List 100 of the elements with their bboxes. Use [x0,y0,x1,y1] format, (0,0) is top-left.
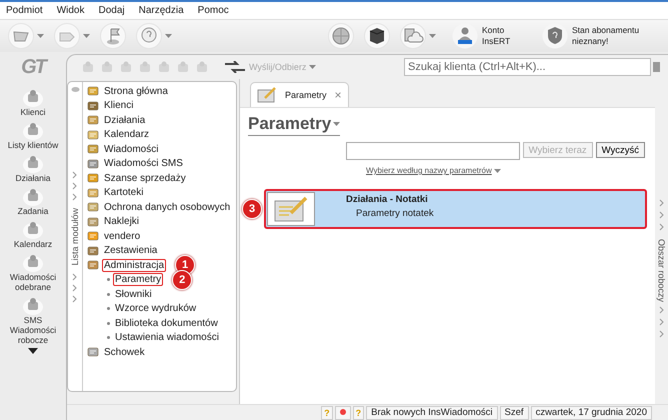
module-icon [87,100,99,112]
module-item[interactable]: Schowek [102,346,147,359]
module-icon [87,128,99,141]
caret-icon [37,34,44,38]
toolbar-icon[interactable] [81,60,95,74]
module-item[interactable]: Administracja [102,258,166,272]
nav-item[interactable]: Kalendarz [14,239,52,249]
toolbar-icon[interactable] [195,60,209,74]
menu-item[interactable]: Podmiot [6,5,43,16]
callout-badge: 2 [172,270,192,290]
caret-icon [333,122,340,126]
note-icon [273,195,309,223]
toolbar-icon[interactable] [138,60,152,74]
globe-button[interactable] [328,23,354,49]
nav-icon[interactable] [22,153,44,173]
module-icon [87,259,99,272]
filter-link[interactable]: Wybierz według nazwy parametrów [366,166,501,175]
nav-icon[interactable] [22,219,44,239]
note-icon [257,87,277,103]
nav-icon[interactable] [22,252,44,272]
box-button[interactable] [364,23,390,49]
module-icon [87,172,99,184]
nav-icon[interactable] [22,186,44,206]
menu-item[interactable]: Pomoc [198,5,229,16]
module-icon [87,158,99,170]
nav-icon[interactable] [22,120,44,140]
panel-title: Obszar roboczy [656,239,666,302]
status-user: Szef [500,406,529,420]
status-dot-icon [340,408,346,414]
page-heading[interactable]: Parametry [248,114,340,136]
toolbar-icon[interactable] [100,60,114,74]
forward-button[interactable] [54,23,90,49]
caret-icon [429,34,436,38]
module-icon [87,346,99,358]
result-card[interactable]: Działania - Notatki Parametry notatek [264,189,647,229]
module-item[interactable]: Wzorce wydruków [113,302,198,316]
module-item[interactable]: Zestawienia [102,244,160,258]
subscription-status: Stan abonamentu nieznany! [572,25,640,47]
nav-item[interactable]: SMS Wiadomości robocze [1,315,65,345]
bullet-icon [107,278,110,282]
module-item[interactable]: Biblioteka dokumentów [113,316,220,330]
module-icon [87,201,99,214]
scroll-down-icon[interactable] [28,348,38,354]
module-item[interactable]: Wiadomości SMS [102,157,185,170]
nav-icon[interactable] [22,87,44,107]
module-item[interactable]: Kalendarz [102,128,152,142]
search-field[interactable]: Szukaj klienta (Ctrl+Alt+K)... [404,58,651,76]
callout-badge: 3 [242,199,262,219]
module-icon [87,143,99,156]
module-item[interactable]: Ustawienia wiadomości [113,331,221,344]
result-subtitle: Parametry notatek [356,208,434,219]
caret-icon [83,34,90,38]
panel-title: Lista modułów [70,208,80,266]
nav-item[interactable]: Zadania [18,206,48,216]
bullet-icon [107,322,110,325]
module-item[interactable]: Strona główna [102,84,170,98]
nav-item[interactable]: Działania [16,173,50,183]
close-icon[interactable]: × [334,88,342,102]
module-item[interactable]: Działania [102,114,148,127]
result-title: Działania - Notatki [346,194,429,205]
tab[interactable]: Parametry × [250,82,349,107]
module-icon [87,114,99,126]
help-button[interactable] [136,23,172,49]
module-item[interactable]: Kartoteki [102,186,146,200]
logo: GT [21,56,45,79]
flag-button[interactable] [100,23,126,49]
nav-item[interactable]: Klienci [20,107,46,117]
menu-item[interactable]: Dodaj [98,5,125,16]
caret-icon [309,65,316,69]
mail-button[interactable] [8,23,44,49]
module-item[interactable]: Naklejki [102,215,142,228]
toolbar-icon[interactable] [157,60,171,74]
module-item[interactable]: Klienci [102,99,136,112]
caret-icon [165,34,172,38]
nav-item[interactable]: Wiadomości odebrane [1,272,65,292]
nav-item[interactable]: Listy klientów [8,140,58,150]
caret-icon [494,168,501,172]
bullet-icon [107,336,110,340]
toolbar-icon[interactable] [176,60,190,74]
module-item[interactable]: vendero [102,230,142,243]
module-item[interactable]: Wiadomości [102,142,160,156]
module-item[interactable]: Ochrona danych osobowych [102,200,232,214]
menu-item[interactable]: Narzędzia [138,5,184,16]
module-icon [87,85,99,98]
toolbar-icon[interactable] [119,60,133,74]
module-icon [87,186,99,199]
nav-icon[interactable] [22,295,44,315]
menu-item[interactable]: Widok [56,5,84,16]
module-icon [87,216,99,228]
bullet-icon [107,292,110,296]
module-item[interactable]: Szanse sprzedaży [102,172,188,185]
cloud-button[interactable] [400,23,436,49]
module-item[interactable]: Słowniki [113,288,154,301]
arrows-icon [224,61,246,73]
filter-field[interactable] [346,142,520,160]
account-label[interactable]: Konto InsERT [482,25,522,47]
module-item[interactable]: Parametry [113,273,164,286]
status-date: czwartek, 17 grudnia 2020 [530,406,652,420]
filter-button[interactable]: Wyczyść [596,142,645,158]
bullet-icon [107,307,110,310]
